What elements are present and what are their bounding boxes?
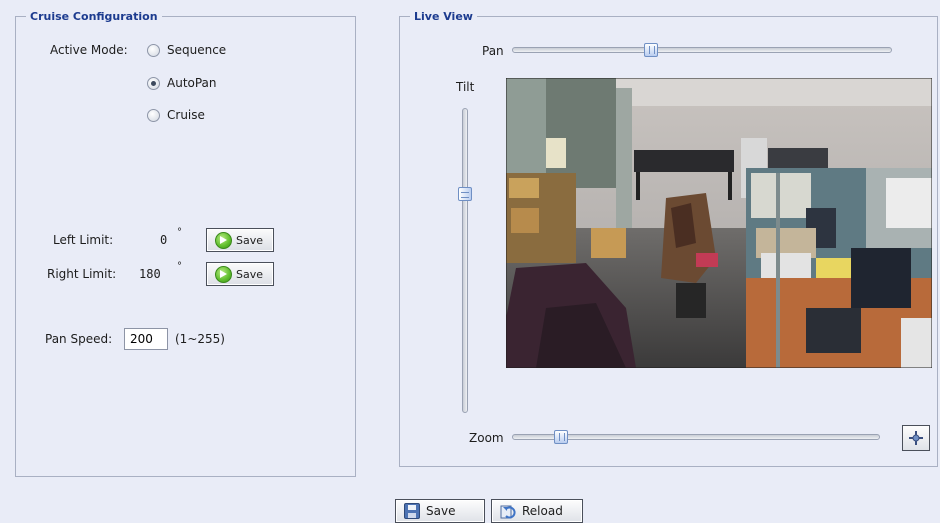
pan-speed-range: (1~255) [175, 332, 225, 346]
mode-autopan-label: AutoPan [167, 76, 217, 90]
footer-reload-label: Reload [522, 504, 563, 518]
active-mode-label: Active Mode: [50, 43, 128, 57]
camera-feed-scene [506, 78, 932, 368]
reload-icon [500, 505, 516, 519]
right-limit-save-label: Save [236, 267, 264, 281]
floppy-disk-icon [404, 503, 420, 519]
footer-save-label: Save [426, 504, 456, 518]
right-limit-unit: ° [177, 261, 182, 272]
pan-speed-label: Pan Speed: [45, 332, 113, 346]
right-limit-value: 180 [139, 267, 161, 281]
go-arrow-icon [215, 265, 232, 283]
tilt-slider-track[interactable] [462, 108, 468, 413]
left-limit-label: Left Limit: [53, 233, 114, 247]
mode-cruise-radio[interactable]: Cruise [147, 108, 205, 122]
zoom-reset-button[interactable] [902, 425, 930, 451]
left-limit-save-label: Save [236, 233, 264, 247]
zoom-label: Zoom [469, 431, 504, 445]
radio-button[interactable] [147, 108, 160, 122]
mode-autopan-radio[interactable]: AutoPan [147, 76, 217, 90]
pan-label: Pan [482, 44, 504, 58]
pan-speed-input[interactable] [124, 328, 168, 350]
tilt-label: Tilt [456, 80, 475, 94]
zoom-slider-thumb[interactable] [554, 430, 569, 444]
camera-live-image [506, 78, 932, 368]
mode-sequence-radio[interactable]: Sequence [147, 43, 226, 57]
go-arrow-icon [215, 231, 232, 249]
cruise-configuration-legend: Cruise Configuration [30, 10, 158, 23]
radio-button-checked[interactable] [147, 76, 160, 90]
pan-slider-track[interactable] [512, 47, 892, 53]
radio-button[interactable] [147, 43, 160, 57]
left-limit-save-button[interactable]: Save [206, 228, 274, 252]
footer-save-button[interactable]: Save [395, 499, 485, 523]
live-view-legend: Live View [414, 10, 473, 23]
zoom-target-icon [909, 431, 923, 445]
mode-cruise-label: Cruise [167, 108, 205, 122]
pan-slider-thumb[interactable] [643, 43, 658, 57]
left-limit-unit: ° [177, 227, 182, 238]
tilt-slider-thumb[interactable] [458, 186, 472, 201]
mode-sequence-label: Sequence [167, 43, 227, 57]
right-limit-label: Right Limit: [47, 267, 117, 281]
left-limit-value: 0 [160, 233, 168, 247]
right-limit-save-button[interactable]: Save [206, 262, 274, 286]
footer-reload-button[interactable]: Reload [491, 499, 583, 523]
